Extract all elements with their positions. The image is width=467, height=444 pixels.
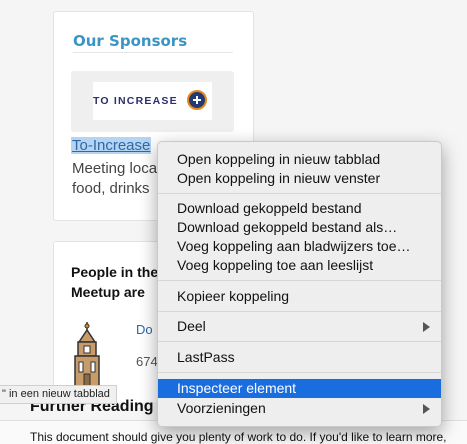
submenu-arrow-icon [423,404,430,414]
body-paragraph: This document should give you plenty of … [30,430,447,444]
menu-add-reading-list[interactable]: Voeg koppeling toe aan leeslijst [158,256,441,275]
people-title: People in the Meetup are [71,262,171,302]
logo-text: TO INCREASE [93,95,178,107]
menu-download-linked-file[interactable]: Download gekoppeld bestand [158,199,441,218]
people-title-line-2: Meetup are [71,284,145,300]
menu-separator [158,280,441,281]
menu-inspect-element[interactable]: Inspecteer element [158,379,441,398]
menu-open-new-window[interactable]: Open koppeling in nieuw venster [158,169,441,188]
menu-open-new-tab[interactable]: Open koppeling in nieuw tabblad [158,150,441,169]
menu-separator [158,372,441,373]
member-name-link[interactable]: Do [136,322,153,337]
church-tower-icon [74,322,100,388]
context-menu: Open koppeling in nieuw tabblad Open kop… [157,141,442,427]
plus-logo-icon [187,90,207,110]
submenu-arrow-icon [423,322,430,332]
menu-share-label: Deel [177,318,206,334]
people-title-line-1: People in the [71,264,159,280]
menu-separator [158,341,441,342]
menu-services[interactable]: Voorzieningen [158,399,441,418]
menu-services-label: Voorzieningen [177,400,266,416]
menu-add-bookmark[interactable]: Voeg koppeling aan bladwijzers toe… [158,237,441,256]
menu-share[interactable]: Deel [158,317,441,336]
logo-inner: TO INCREASE [93,82,212,120]
menu-copy-link[interactable]: Kopieer koppeling [158,287,441,306]
menu-separator [158,311,441,312]
menu-lastpass[interactable]: LastPass [158,348,441,367]
menu-separator [158,193,441,194]
sponsors-heading: Our Sponsors [73,32,188,50]
divider [73,52,233,53]
sponsor-logo[interactable]: TO INCREASE [71,71,234,132]
link-status-tooltip: " in een nieuw tabblad [0,385,117,404]
member-number: 674 [136,354,158,369]
sponsor-link[interactable]: To-Increase [71,137,152,154]
menu-download-linked-file-as[interactable]: Download gekoppeld bestand als… [158,218,441,237]
